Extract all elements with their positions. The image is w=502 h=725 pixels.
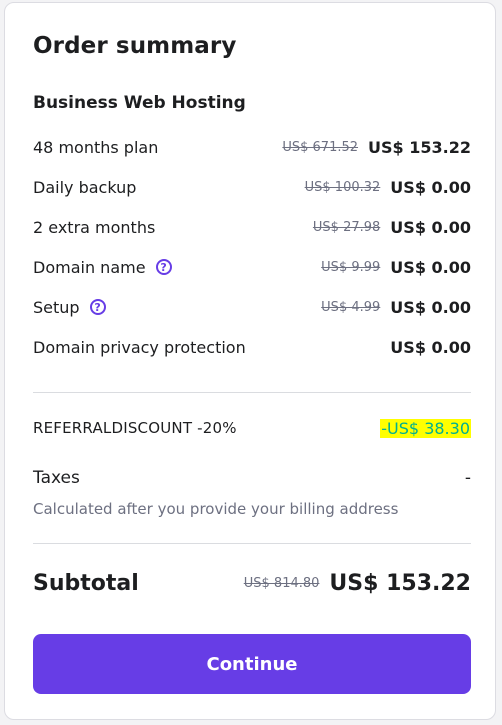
discount-amount: -US$ 38.30 <box>380 418 471 438</box>
line-item-label: Domain privacy protection <box>33 337 246 357</box>
current-price: US$ 0.00 <box>390 337 471 357</box>
current-price: US$ 0.00 <box>390 257 471 277</box>
line-item: 48 months plan US$ 671.52 US$ 153.22 <box>33 135 471 159</box>
line-item: Domain privacy protection US$ 0.00 <box>33 335 471 359</box>
original-price: US$ 100.32 <box>304 179 381 195</box>
line-item: Setup ? US$ 4.99 US$ 0.00 <box>33 295 471 319</box>
current-price: US$ 0.00 <box>390 177 471 197</box>
discount-code: REFERRALDISCOUNT -20% <box>33 419 237 437</box>
subtotal-price: US$ 153.22 <box>329 570 471 596</box>
product-name: Business Web Hosting <box>33 93 246 113</box>
continue-button[interactable]: Continue <box>33 634 471 694</box>
divider <box>33 392 471 393</box>
current-price: US$ 0.00 <box>390 297 471 317</box>
help-icon[interactable]: ? <box>155 259 172 275</box>
original-price: US$ 4.99 <box>321 299 381 315</box>
help-icon[interactable]: ? <box>89 299 106 315</box>
current-price: US$ 0.00 <box>390 217 471 237</box>
taxes-label: Taxes <box>33 468 80 488</box>
subtotal-row: Subtotal US$ 814.80 US$ 153.22 <box>33 566 471 600</box>
line-item-label: Domain name <box>33 257 146 277</box>
taxes-row: Taxes - <box>33 466 471 490</box>
line-item-label: Daily backup <box>33 177 137 197</box>
line-item: Daily backup US$ 100.32 US$ 0.00 <box>33 175 471 199</box>
taxes-note: Calculated after you provide your billin… <box>33 500 399 518</box>
line-item-label: 2 extra months <box>33 217 156 237</box>
original-price: US$ 9.99 <box>321 259 381 275</box>
discount-row: REFERRALDISCOUNT -20% -US$ 38.30 <box>33 416 471 440</box>
line-item: 2 extra months US$ 27.98 US$ 0.00 <box>33 215 471 239</box>
subtotal-original-price: US$ 814.80 <box>243 575 320 591</box>
current-price: US$ 153.22 <box>368 137 471 157</box>
order-summary-title: Order summary <box>33 33 237 59</box>
line-item: Domain name ? US$ 9.99 US$ 0.00 <box>33 255 471 279</box>
line-item-label: Setup <box>33 297 80 317</box>
original-price: US$ 27.98 <box>312 219 381 235</box>
order-summary-card: Order summary Business Web Hosting 48 mo… <box>4 2 496 720</box>
line-item-label: 48 months plan <box>33 137 159 157</box>
divider <box>33 543 471 544</box>
original-price: US$ 671.52 <box>282 139 359 155</box>
taxes-value: - <box>464 468 471 488</box>
subtotal-label: Subtotal <box>33 570 139 596</box>
